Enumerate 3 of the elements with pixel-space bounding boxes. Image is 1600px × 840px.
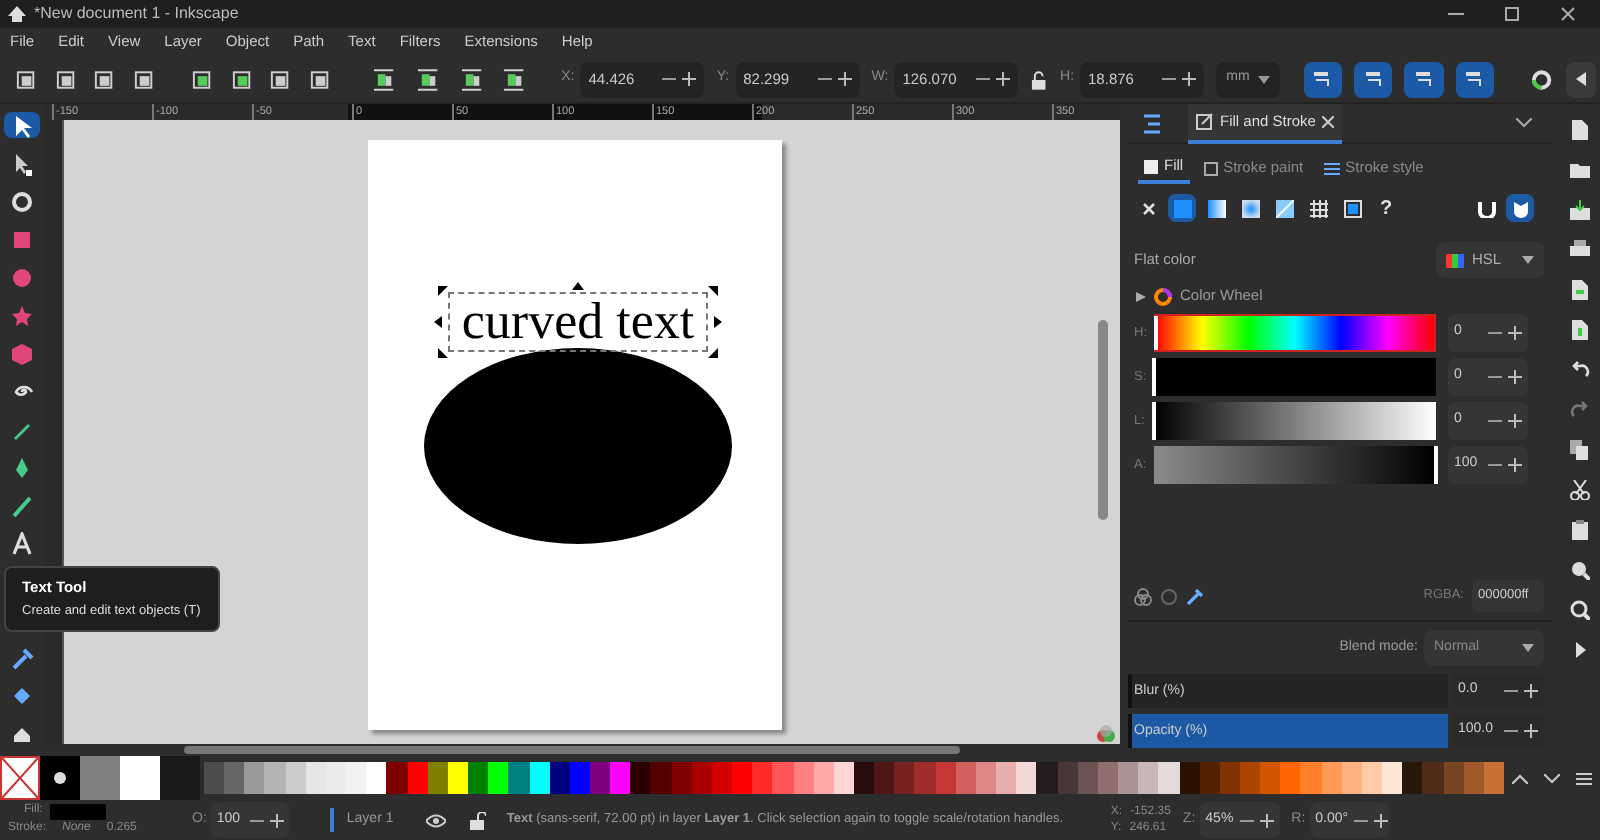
unset-paint-button[interactable]: ? xyxy=(1372,194,1400,222)
window-title: *New document 1 - Inkscape xyxy=(34,2,239,26)
text-object: curved text xyxy=(448,292,708,352)
